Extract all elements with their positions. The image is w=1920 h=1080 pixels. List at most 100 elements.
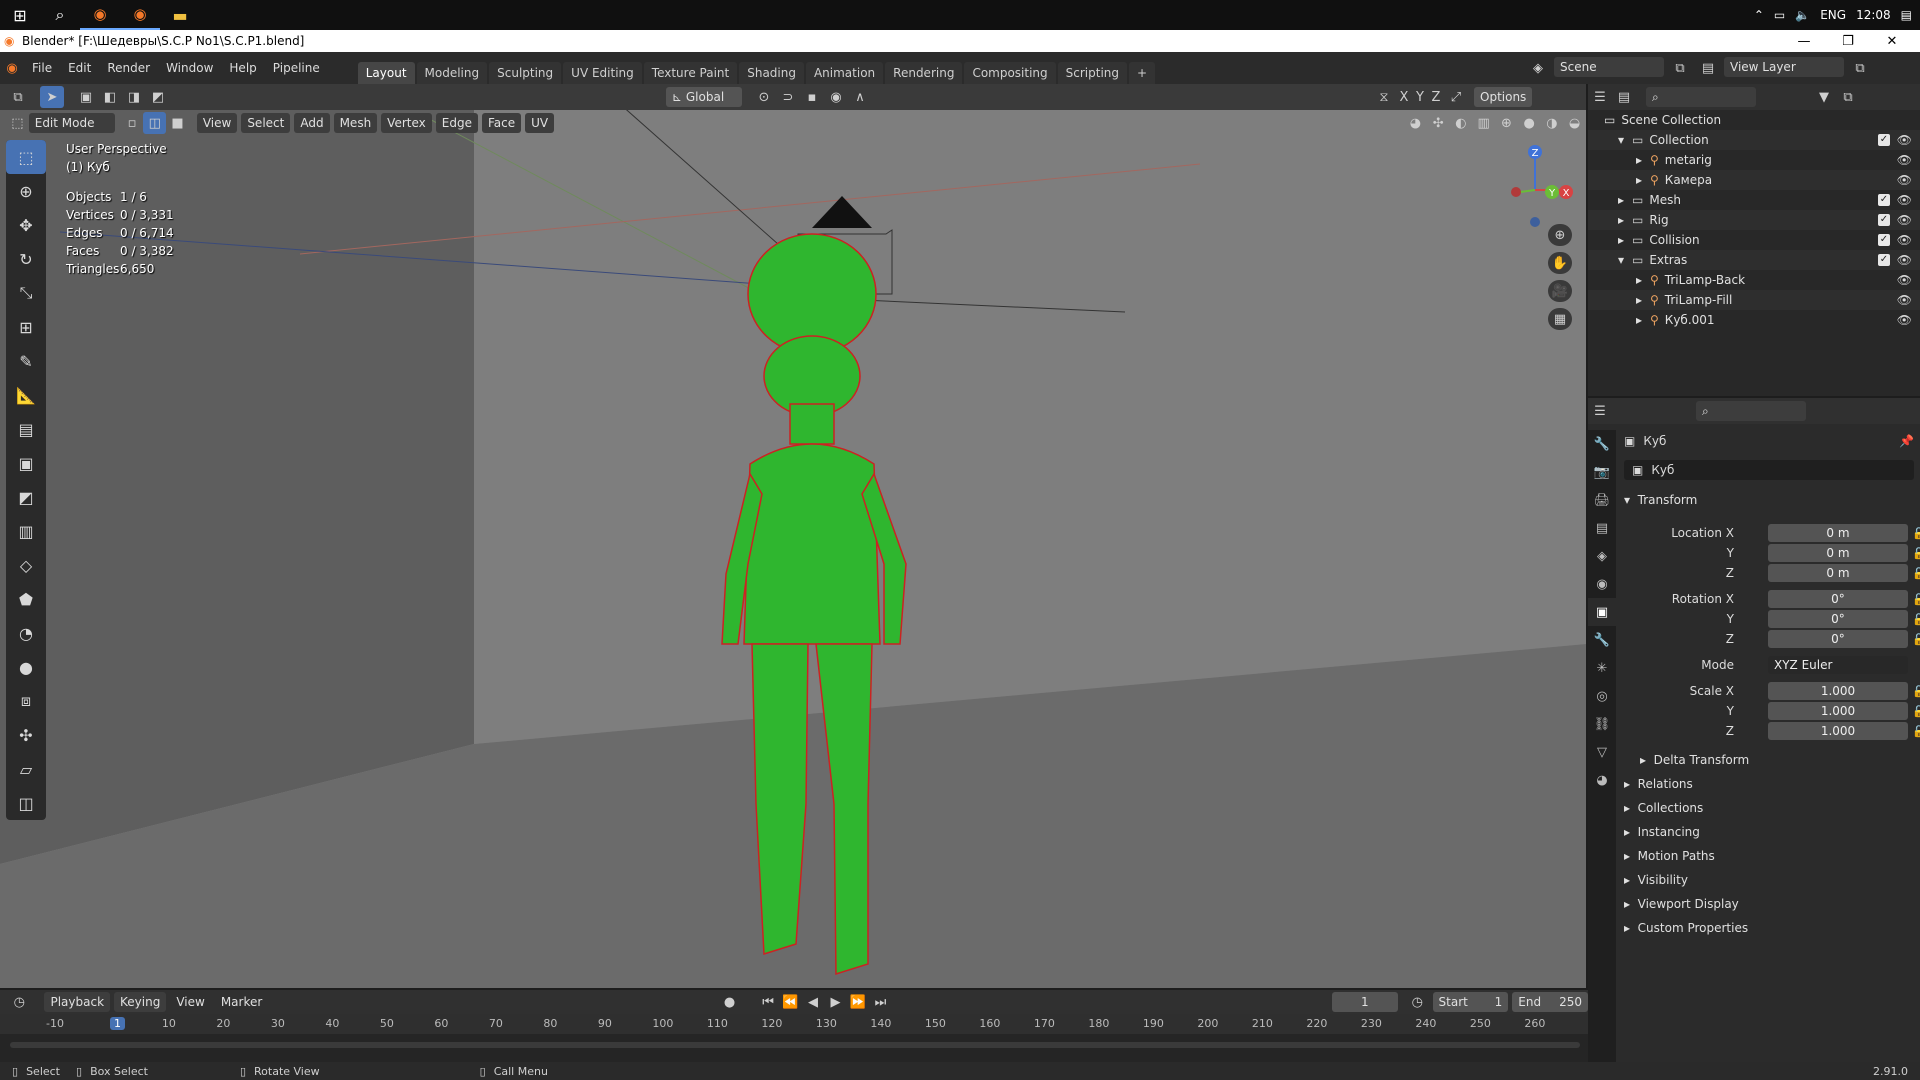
solid-shading-icon[interactable]: ● xyxy=(1518,112,1541,134)
tab-sculpting[interactable]: Sculpting xyxy=(489,62,562,84)
outliner-row[interactable]: ▾ ▭ Extras ✓ 👁 xyxy=(1588,250,1920,270)
location-z-field[interactable]: 0 m xyxy=(1768,564,1908,582)
windows-start-icon[interactable]: ⊞ xyxy=(0,0,40,30)
tab-layout[interactable]: Layout xyxy=(357,62,415,84)
jump-start-icon[interactable]: ⏮ xyxy=(757,991,779,1013)
character-neck[interactable] xyxy=(789,403,835,445)
pivot-point-icon[interactable]: ⊙ xyxy=(752,86,776,108)
properties-search-input[interactable]: ⌕ xyxy=(1696,401,1806,421)
zoom-icon[interactable]: ⊕ xyxy=(1548,224,1572,246)
play-reverse-icon[interactable]: ◀ xyxy=(802,991,824,1013)
material-shading-icon[interactable]: ◑ xyxy=(1541,112,1564,134)
blender-taskbar-icon[interactable]: ◉ xyxy=(80,0,120,30)
tab-texture-paint[interactable]: Texture Paint xyxy=(643,62,738,84)
outliner-editor-type-icon[interactable]: ☰ xyxy=(1588,86,1612,108)
outliner-row[interactable]: ▾ ▭ Collection ✓ 👁 xyxy=(1588,130,1920,150)
measure-tool-icon[interactable]: 📐 xyxy=(6,378,46,412)
falloff-icon[interactable]: ∧ xyxy=(848,86,872,108)
eye-icon[interactable]: 👁 xyxy=(1897,153,1912,167)
menu-file[interactable]: File xyxy=(24,61,60,75)
add-workspace-button[interactable]: + xyxy=(1129,62,1156,84)
poly-build-tool-icon[interactable]: ⬟ xyxy=(6,582,46,616)
menu-render[interactable]: Render xyxy=(99,61,158,75)
scale-x-field[interactable]: 1.000 xyxy=(1768,682,1908,700)
menu-window[interactable]: Window xyxy=(158,61,221,75)
view-layer-selector[interactable]: View Layer xyxy=(1724,57,1844,77)
play-icon[interactable]: ▶ xyxy=(824,991,846,1013)
expand-arrow-icon[interactable]: ▾ xyxy=(1618,253,1632,267)
tab-compositing[interactable]: Compositing xyxy=(964,62,1056,84)
eye-icon[interactable]: 👁 xyxy=(1897,213,1912,227)
viewport-menu-vertex[interactable]: Vertex xyxy=(381,113,432,133)
inset-tool-icon[interactable]: ▣ xyxy=(6,446,46,480)
transform-orientation-selector[interactable]: ⊾ Global xyxy=(666,87,742,107)
scene-selector[interactable]: Scene xyxy=(1554,57,1664,77)
xray-icon[interactable]: ▥ xyxy=(1472,112,1495,134)
blender-taskbar-icon-2[interactable]: ◉ xyxy=(120,0,160,30)
gizmo-toggle-icon[interactable]: ✣ xyxy=(1427,112,1450,134)
shrink-fatten-tool-icon[interactable]: ✣ xyxy=(6,718,46,752)
lock-icon[interactable]: 🔓 xyxy=(1912,633,1920,646)
snap-icon[interactable]: ⊃ xyxy=(776,86,800,108)
keyframe-area[interactable] xyxy=(0,1034,1588,1062)
lock-icon[interactable]: 🔓 xyxy=(1912,725,1920,738)
rip-tool-icon[interactable]: ◫ xyxy=(6,786,46,820)
collapse-arrow-icon[interactable]: ▸ xyxy=(1636,293,1650,307)
notification-icon[interactable]: ▤ xyxy=(1901,8,1912,22)
viewport-menu-select[interactable]: Select xyxy=(241,113,291,133)
shear-tool-icon[interactable]: ▱ xyxy=(6,752,46,786)
edge-slide-tool-icon[interactable]: ⧈ xyxy=(6,684,46,718)
gizmo-neg-z[interactable] xyxy=(1530,217,1540,227)
jump-end-icon[interactable]: ⏭ xyxy=(869,991,891,1013)
character-torso[interactable] xyxy=(743,443,881,645)
prev-keyframe-icon[interactable]: ⏪ xyxy=(779,991,801,1013)
visibility-icon[interactable]: ◕ xyxy=(1404,112,1427,134)
lock-icon[interactable]: 🔓 xyxy=(1912,593,1920,606)
keying-menu[interactable]: Keying xyxy=(114,992,167,1012)
collapse-arrow-icon[interactable]: ▸ xyxy=(1636,313,1650,327)
collapse-arrow-icon[interactable]: ▸ xyxy=(1618,233,1632,247)
tab-animation[interactable]: Animation xyxy=(805,62,884,84)
tab-rendering[interactable]: Rendering xyxy=(885,62,963,84)
rotation-mode-dropdown[interactable]: XYZ Euler xyxy=(1768,656,1908,674)
eye-icon[interactable]: 👁 xyxy=(1897,193,1912,207)
rotate-tool-icon[interactable]: ↻ xyxy=(6,242,46,276)
collections-panel[interactable]: ▸ Collections xyxy=(1624,798,1703,818)
eye-icon[interactable]: 👁 xyxy=(1897,313,1912,327)
eye-icon[interactable]: 👁 xyxy=(1897,133,1912,147)
collapse-arrow-icon[interactable]: ▸ xyxy=(1618,213,1632,227)
output-tab-icon[interactable]: 🖨 xyxy=(1588,486,1616,514)
viewport-3d[interactable]: ⧉ ➤ ▣ ◧ ◨ ◩ ⊾ Global ⊙ ⊃ ▪ ◉ ∧ ⧖ X Y Z ⤢… xyxy=(0,84,1586,988)
select-mode-new-icon[interactable]: ▣ xyxy=(74,86,98,108)
options-dropdown[interactable]: Options xyxy=(1474,87,1533,107)
outliner-row[interactable]: ▸ ⚲ TriLamp-Fill 👁 xyxy=(1588,290,1920,310)
gizmo-neg-x[interactable] xyxy=(1511,187,1521,197)
start-frame-field[interactable]: Start 1 xyxy=(1432,992,1509,1012)
current-frame-field[interactable]: 1 xyxy=(1331,992,1399,1012)
record-icon[interactable]: ● xyxy=(718,991,740,1013)
custom-properties-panel[interactable]: ▸ Custom Properties xyxy=(1624,918,1748,938)
eye-icon[interactable]: 👁 xyxy=(1897,293,1912,307)
axis-y-toggle[interactable]: Y xyxy=(1412,86,1428,108)
filter-icon[interactable]: ▼ xyxy=(1812,86,1836,108)
select-mode-invert-icon[interactable]: ◩ xyxy=(146,86,170,108)
transform-panel-header[interactable]: ▾ Transform xyxy=(1624,490,1697,510)
chevron-up-icon[interactable]: ⌃ xyxy=(1754,8,1764,22)
outliner-search-input[interactable]: ⌕ xyxy=(1646,87,1756,107)
file-explorer-icon[interactable]: ▬ xyxy=(160,0,200,30)
extrude-tool-icon[interactable]: ▤ xyxy=(6,412,46,446)
face-select-icon[interactable]: ■ xyxy=(166,112,189,134)
annotate-tool-icon[interactable]: ✎ xyxy=(6,344,46,378)
select-box-tool-icon[interactable]: ⬚ xyxy=(6,140,46,174)
outliner-row[interactable]: ▸ ▭ Collision ✓ 👁 xyxy=(1588,230,1920,250)
view-layer-tab-icon[interactable]: ▤ xyxy=(1588,514,1616,542)
overlay-toggle-icon[interactable]: ◐ xyxy=(1450,112,1473,134)
object-name-field[interactable]: ▣ Куб xyxy=(1624,460,1914,480)
blender-menu-icon[interactable]: ◉ xyxy=(0,57,24,79)
outliner-row[interactable]: ▸ ▭ Mesh ✓ 👁 xyxy=(1588,190,1920,210)
menu-help[interactable]: Help xyxy=(221,61,264,75)
preview-range-icon[interactable]: ◷ xyxy=(1406,991,1428,1013)
instancing-panel[interactable]: ▸ Instancing xyxy=(1624,822,1700,842)
viewport-menu-view[interactable]: View xyxy=(196,113,238,133)
viewport-display-panel[interactable]: ▸ Viewport Display xyxy=(1624,894,1739,914)
